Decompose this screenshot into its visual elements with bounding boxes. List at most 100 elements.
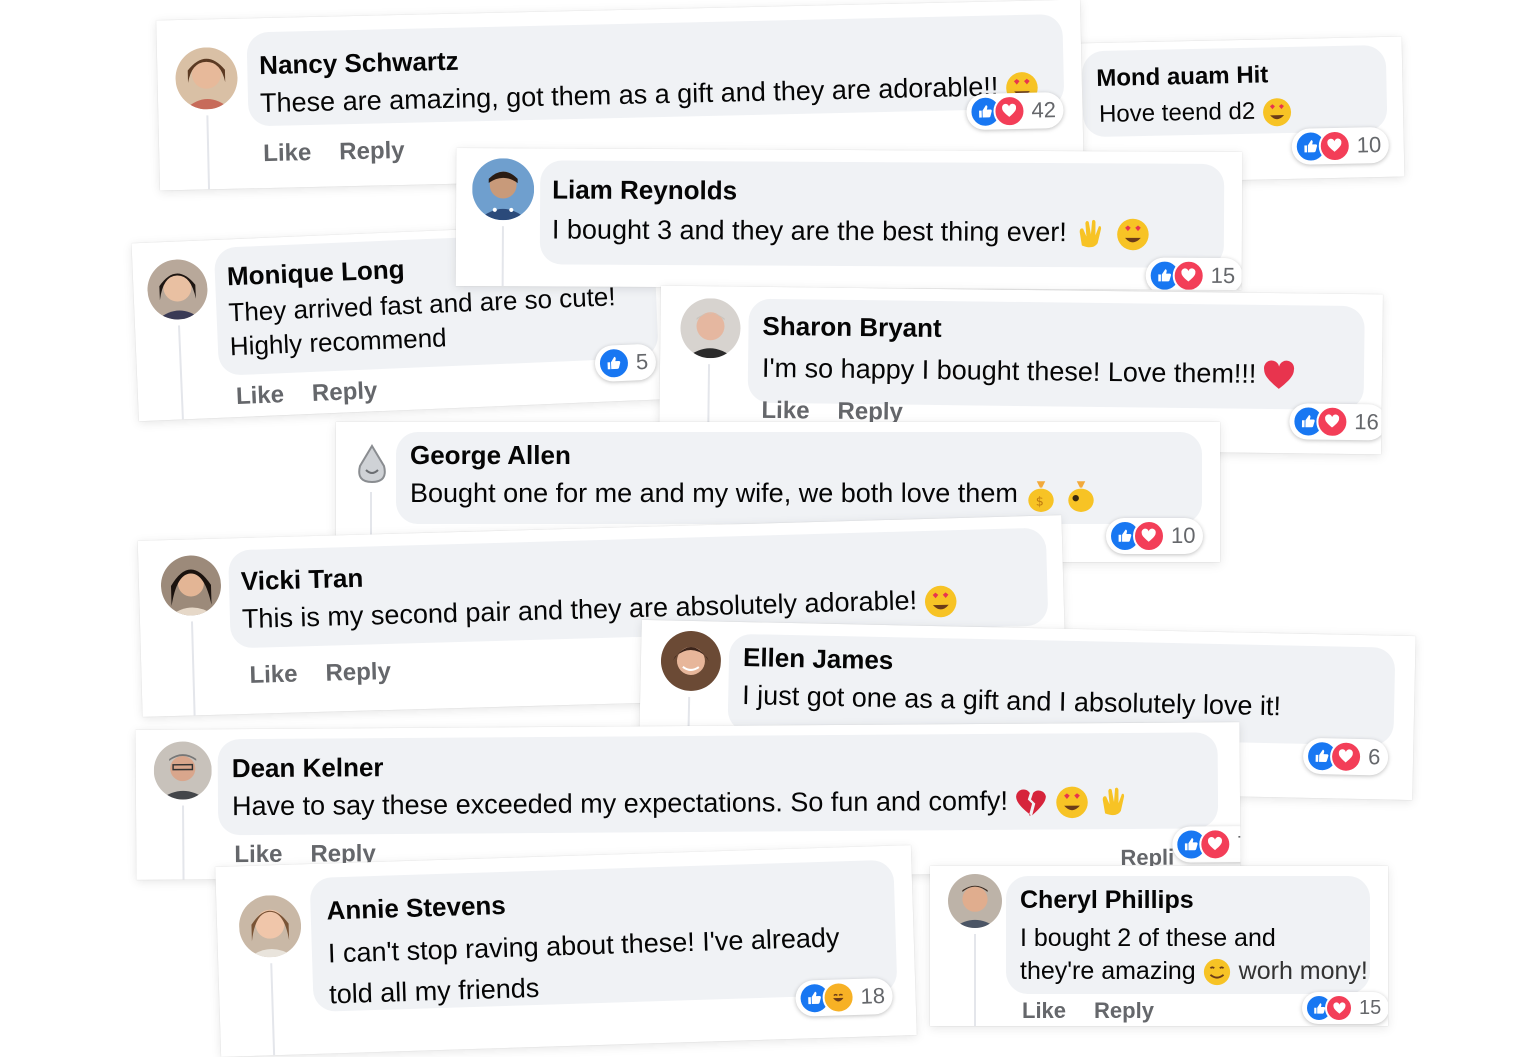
money-bag-emoji-icon: $ bbox=[1024, 477, 1058, 513]
clapping-hands-emoji-icon bbox=[1096, 784, 1132, 820]
thread-line bbox=[974, 934, 976, 1026]
heart-eyes-emoji-icon bbox=[1261, 96, 1294, 129]
avatar[interactable] bbox=[680, 297, 741, 359]
thread-line bbox=[182, 805, 185, 880]
avatar[interactable] bbox=[350, 442, 394, 486]
comment-text: I bought 3 and they are the best thing e… bbox=[552, 212, 1151, 252]
comment-card: Annie Stevens I can't stop raving about … bbox=[215, 845, 917, 1057]
commenter-name[interactable]: Nancy Schwartz bbox=[259, 46, 459, 82]
avatar[interactable] bbox=[948, 874, 1002, 928]
avatar[interactable] bbox=[238, 894, 303, 959]
smiling-emoji-icon bbox=[1202, 957, 1232, 987]
like-button[interactable]: Like bbox=[1022, 998, 1066, 1023]
comment-text-line: I bought 3 and they are the best thing e… bbox=[551, 214, 1067, 248]
commenter-name[interactable]: George Allen bbox=[410, 440, 571, 471]
reaction-summary[interactable]: 15 bbox=[1302, 992, 1388, 1024]
comment-text-line: I bought 2 of these and bbox=[1020, 924, 1276, 952]
like-button[interactable]: Like bbox=[249, 661, 298, 689]
reaction-count: 15 bbox=[1210, 262, 1236, 289]
reaction-summary[interactable]: 5 bbox=[594, 343, 657, 383]
comment-text-line: worh mony! bbox=[1238, 957, 1368, 985]
reaction-count: 10 bbox=[1171, 523, 1196, 548]
reaction-summary[interactable]: 10 bbox=[1291, 126, 1390, 165]
commenter-name[interactable]: Cheryl Phillips bbox=[1020, 886, 1194, 915]
comment-text-line: they're amazing bbox=[1020, 957, 1196, 985]
avatar[interactable] bbox=[146, 258, 209, 321]
commenter-name[interactable]: Liam Reynolds bbox=[552, 174, 737, 206]
reply-button[interactable]: Reply bbox=[311, 377, 377, 407]
red-heart-emoji-icon bbox=[1262, 359, 1296, 393]
heart-eyes-emoji-icon bbox=[923, 583, 960, 620]
love-reaction-icon bbox=[1133, 520, 1165, 552]
thread-line bbox=[190, 621, 196, 716]
reaction-count: 6 bbox=[1367, 744, 1381, 770]
reaction-count: 10 bbox=[1356, 132, 1382, 158]
heart-eyes-emoji-icon bbox=[1115, 216, 1151, 252]
thread-line bbox=[501, 226, 504, 287]
comment-actions: Like Reply bbox=[235, 376, 405, 411]
comment-text: I can't stop raving about these! I've al… bbox=[327, 917, 841, 1014]
reaction-count: 42 bbox=[1031, 97, 1057, 123]
commenter-name[interactable]: Sharon Bryant bbox=[762, 311, 942, 344]
thread-line bbox=[270, 963, 276, 1056]
reaction-count: 16 bbox=[1354, 409, 1380, 435]
comment-card: Liam Reynolds I bought 3 and they are th… bbox=[455, 147, 1243, 291]
reaction-count: 7 bbox=[1237, 831, 1241, 857]
avatar[interactable] bbox=[471, 158, 535, 221]
commenter-name[interactable]: Annie Stevens bbox=[326, 890, 506, 927]
comment-text-line: Hove teend d2 bbox=[1098, 97, 1256, 128]
like-button[interactable]: Like bbox=[761, 397, 809, 425]
thread-line bbox=[177, 325, 184, 420]
comment-actions: Like Reply bbox=[1022, 998, 1182, 1024]
money-bag-emoji-icon bbox=[1064, 477, 1098, 513]
reply-button[interactable]: Reply bbox=[325, 658, 391, 687]
like-button[interactable]: Like bbox=[235, 381, 284, 410]
comment-text: I bought 2 of these and they're amazing … bbox=[1020, 922, 1368, 988]
commenter-name[interactable]: Ellen James bbox=[743, 642, 894, 676]
commenter-name[interactable]: Mond auam Hit bbox=[1096, 61, 1269, 93]
like-reaction-icon bbox=[597, 346, 631, 380]
reaction-summary[interactable]: 18 bbox=[795, 977, 894, 1017]
commenter-name[interactable]: Vicki Tran bbox=[240, 563, 363, 597]
comment-text-line: I'm so happy I bought these! Love them!!… bbox=[761, 352, 1257, 389]
love-reaction-icon bbox=[1325, 994, 1353, 1022]
reaction-summary[interactable]: 16 bbox=[1289, 403, 1383, 441]
broken-heart-emoji-icon bbox=[1014, 785, 1048, 819]
thread-line bbox=[206, 115, 211, 190]
comment-text: I'm so happy I bought these! Love them!!… bbox=[762, 351, 1297, 393]
love-reaction-icon bbox=[993, 94, 1026, 128]
svg-text:$: $ bbox=[1036, 493, 1044, 508]
love-reaction-icon bbox=[1172, 259, 1205, 291]
love-reaction-icon bbox=[1199, 828, 1232, 861]
reaction-count: 15 bbox=[1359, 996, 1382, 1019]
comment-text: Have to say these exceeded my expectatio… bbox=[232, 783, 1132, 826]
love-reaction-icon bbox=[1318, 129, 1352, 163]
love-reaction-icon bbox=[1316, 405, 1349, 439]
reaction-count: 18 bbox=[860, 983, 886, 1009]
comment-card: Cheryl Phillips I bought 2 of these and … bbox=[930, 866, 1388, 1026]
reaction-summary[interactable]: 10 bbox=[1106, 518, 1204, 554]
reaction-summary[interactable]: 42 bbox=[966, 91, 1065, 131]
reaction-summary[interactable]: 6 bbox=[1302, 737, 1389, 776]
comment-actions: Like Reply bbox=[263, 136, 433, 168]
comment-actions: Like Reply bbox=[249, 657, 419, 690]
comment-text-line: Bought one for me and my wife, we both l… bbox=[410, 478, 1018, 508]
reaction-count: 5 bbox=[635, 348, 649, 375]
reply-button[interactable]: Reply bbox=[1094, 998, 1154, 1023]
reaction-summary[interactable]: 15 bbox=[1145, 257, 1243, 291]
reaction-summary[interactable]: 7 bbox=[1172, 826, 1241, 863]
comment-text: Bought one for me and my wife, we both l… bbox=[410, 476, 1098, 513]
reply-button[interactable]: Reply bbox=[339, 137, 405, 165]
heart-eyes-emoji-icon bbox=[1054, 784, 1090, 820]
avatar[interactable] bbox=[660, 630, 722, 692]
comment-text-line: Have to say these exceeded my expectatio… bbox=[231, 785, 1009, 822]
avatar[interactable] bbox=[153, 741, 212, 800]
comment-text: Hove teend d2 bbox=[1099, 95, 1294, 132]
commenter-name[interactable]: Dean Kelner bbox=[232, 752, 384, 784]
clapping-hands-emoji-icon bbox=[1073, 216, 1109, 252]
like-button[interactable]: Like bbox=[263, 139, 312, 167]
avatar[interactable] bbox=[174, 46, 239, 111]
haha-reaction-icon bbox=[822, 980, 856, 1014]
love-reaction-icon bbox=[1329, 740, 1363, 774]
avatar[interactable] bbox=[160, 554, 222, 617]
